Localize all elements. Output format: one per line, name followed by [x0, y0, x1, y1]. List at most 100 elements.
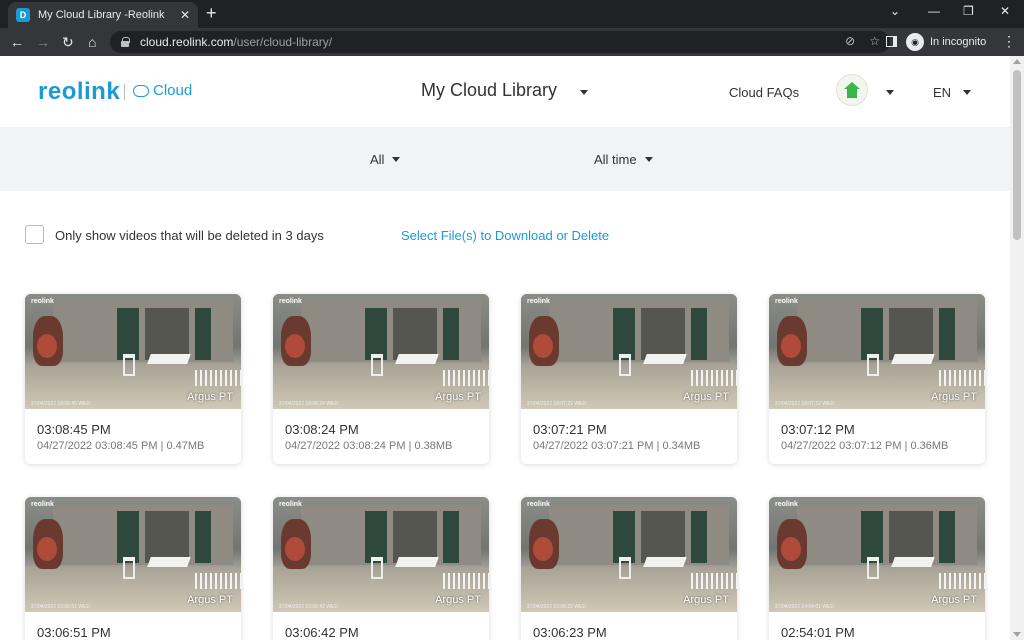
tab-title: My Cloud Library -Reolink	[38, 9, 165, 21]
close-tab-icon[interactable]: ✕	[180, 8, 190, 22]
thumbnail-timestamp: 27/04/2022 15:06:42 WED	[279, 604, 338, 610]
browser-menu-icon[interactable]: ⋮	[1002, 33, 1016, 50]
filter-bar: All All time	[0, 127, 1010, 191]
language-chevron-down-icon[interactable]	[963, 90, 971, 95]
video-card[interactable]: reolink 27/04/2022 15:06:23 WED Argus PT 03…	[521, 497, 737, 640]
thumbnail-brand-watermark: reolink	[279, 298, 302, 305]
new-tab-icon[interactable]: +	[206, 4, 217, 22]
browser-tabbar: D My Cloud Library -Reolink ✕ + ⌄ — ❐ ✕	[0, 0, 1024, 28]
avatar-chevron-down-icon[interactable]	[886, 90, 894, 95]
page-scrollbar[interactable]	[1010, 56, 1024, 640]
thumbnail-timestamp: 27/04/2022 14:54:01 WED	[775, 604, 834, 610]
browser-toolbar: ← → ↻ ⌂ cloud.reolink.com /user/cloud-li…	[0, 28, 1024, 56]
thumbnail-timestamp: 27/04/2022 15:06:23 WED	[527, 604, 586, 610]
video-thumbnail[interactable]: reolink 27/04/2022 14:54:01 WED Argus PT	[769, 497, 985, 612]
video-meta: 04/27/2022 03:08:24 PM | 0.38MB	[285, 440, 453, 452]
reolink-favicon-icon: D	[16, 8, 30, 22]
video-card[interactable]: reolink 27/04/2022 15:06:51 WED Argus PT 03…	[25, 497, 241, 640]
bookmark-star-icon[interactable]: ☆	[869, 34, 880, 48]
camera-name: Argus PT	[683, 391, 729, 403]
page-title[interactable]: My Cloud Library	[421, 80, 557, 101]
scroll-down-arrow-icon[interactable]	[1013, 632, 1021, 637]
camera-name: Argus PT	[931, 391, 977, 403]
video-card[interactable]: reolink 27/04/2022 15:07:12 WED Argus PT 03…	[769, 294, 985, 464]
smart-home-icon	[844, 82, 860, 98]
video-thumbnail[interactable]: reolink 27/04/2022 15:08:24 WED Argus PT	[273, 294, 489, 409]
video-time: 03:08:45 PM	[37, 422, 111, 437]
video-thumbnail[interactable]: reolink 27/04/2022 15:06:23 WED Argus PT	[521, 497, 737, 612]
camera-name: Argus PT	[435, 594, 481, 606]
cloud-faqs-link[interactable]: Cloud FAQs	[729, 85, 799, 100]
thumbnail-brand-watermark: reolink	[775, 501, 798, 508]
thumbnail-brand-watermark: reolink	[279, 501, 302, 508]
chevron-down-icon	[644, 157, 653, 162]
deletion-filter-checkbox[interactable]	[25, 225, 44, 244]
browser-tab[interactable]: D My Cloud Library -Reolink ✕	[8, 2, 198, 28]
thumbnail-brand-watermark: reolink	[31, 298, 54, 305]
cloud-icon	[133, 84, 149, 97]
thumbnail-timestamp: 27/04/2022 15:08:24 WED	[279, 401, 338, 407]
video-card[interactable]: reolink 27/04/2022 15:07:21 WED Argus PT 03…	[521, 294, 737, 464]
video-time: 02:54:01 PM	[781, 625, 855, 640]
time-filter-value: All time	[594, 152, 637, 167]
close-window-icon[interactable]: ✕	[1000, 4, 1010, 18]
restore-icon[interactable]: ❐	[963, 4, 974, 18]
thumbnail-timestamp: 27/04/2022 15:07:21 WED	[527, 401, 586, 407]
video-thumbnail[interactable]: reolink 27/04/2022 15:06:42 WED Argus PT	[273, 497, 489, 612]
video-thumbnail[interactable]: reolink 27/04/2022 15:07:21 WED Argus PT	[521, 294, 737, 409]
home-icon[interactable]: ⌂	[88, 33, 96, 51]
video-time: 03:06:42 PM	[285, 625, 359, 640]
reload-icon[interactable]: ↻	[62, 33, 74, 51]
cloud-label: Cloud	[153, 82, 193, 99]
forward-icon[interactable]: →	[36, 33, 50, 51]
deletion-filter-label[interactable]: Only show videos that will be deleted in…	[55, 228, 324, 243]
incognito-label: In incognito	[930, 36, 987, 48]
video-card[interactable]: reolink 27/04/2022 15:06:42 WED Argus PT 03…	[273, 497, 489, 640]
video-card[interactable]: reolink 27/04/2022 14:54:01 WED Argus PT 02…	[769, 497, 985, 640]
scroll-up-arrow-icon[interactable]	[1013, 59, 1021, 64]
chevron-down-icon	[392, 157, 401, 162]
incognito-icon: ◉	[906, 33, 924, 51]
title-chevron-down-icon[interactable]	[580, 90, 588, 95]
time-filter[interactable]: All time	[594, 152, 653, 167]
video-meta: 04/27/2022 03:07:12 PM | 0.36MB	[781, 440, 949, 452]
side-panel-icon[interactable]	[886, 36, 897, 47]
video-card[interactable]: reolink 27/04/2022 15:08:45 WED Argus PT 03…	[25, 294, 241, 464]
logo-divider	[124, 84, 125, 100]
video-time: 03:08:24 PM	[285, 422, 359, 437]
video-thumbnail[interactable]: reolink 27/04/2022 15:07:12 WED Argus PT	[769, 294, 985, 409]
video-time: 03:06:51 PM	[37, 625, 111, 640]
minimize-icon[interactable]: —	[928, 4, 940, 18]
camera-name: Argus PT	[187, 594, 233, 606]
camera-name: Argus PT	[931, 594, 977, 606]
video-meta: 04/27/2022 03:08:45 PM | 0.47MB	[37, 440, 205, 452]
url-path: /user/cloud-library/	[233, 35, 333, 49]
video-time: 03:07:21 PM	[533, 422, 607, 437]
language-selector[interactable]: EN	[933, 85, 951, 100]
camera-name: Argus PT	[187, 391, 233, 403]
cloud-logo[interactable]: Cloud	[133, 82, 192, 99]
tab-search-chevron-icon[interactable]: ⌄	[890, 4, 900, 18]
app-header: reolink Cloud My Cloud Library Cloud FAQ…	[0, 56, 1010, 127]
reolink-logo[interactable]: reolink	[38, 78, 120, 106]
camera-name: Argus PT	[683, 594, 729, 606]
select-files-link[interactable]: Select File(s) to Download or Delete	[401, 228, 609, 243]
eye-off-icon[interactable]: ⊘	[845, 34, 855, 48]
back-icon[interactable]: ←	[10, 33, 24, 51]
scrollbar-thumb[interactable]	[1013, 70, 1021, 240]
video-meta: 04/27/2022 03:07:21 PM | 0.34MB	[533, 440, 701, 452]
incognito-badge[interactable]: ◉ In incognito	[906, 32, 995, 52]
thumbnail-brand-watermark: reolink	[31, 501, 54, 508]
avatar[interactable]	[836, 74, 868, 106]
lock-icon[interactable]	[120, 37, 130, 47]
thumbnail-timestamp: 27/04/2022 15:08:45 WED	[31, 401, 90, 407]
video-time: 03:07:12 PM	[781, 422, 855, 437]
thumbnail-brand-watermark: reolink	[527, 298, 550, 305]
thumbnail-brand-watermark: reolink	[527, 501, 550, 508]
video-card[interactable]: reolink 27/04/2022 15:08:24 WED Argus PT 03…	[273, 294, 489, 464]
video-time: 03:06:23 PM	[533, 625, 607, 640]
video-thumbnail[interactable]: reolink 27/04/2022 15:08:45 WED Argus PT	[25, 294, 241, 409]
video-thumbnail[interactable]: reolink 27/04/2022 15:06:51 WED Argus PT	[25, 497, 241, 612]
address-bar[interactable]: cloud.reolink.com /user/cloud-library/ ⊘…	[110, 31, 890, 53]
device-filter[interactable]: All	[370, 152, 401, 167]
